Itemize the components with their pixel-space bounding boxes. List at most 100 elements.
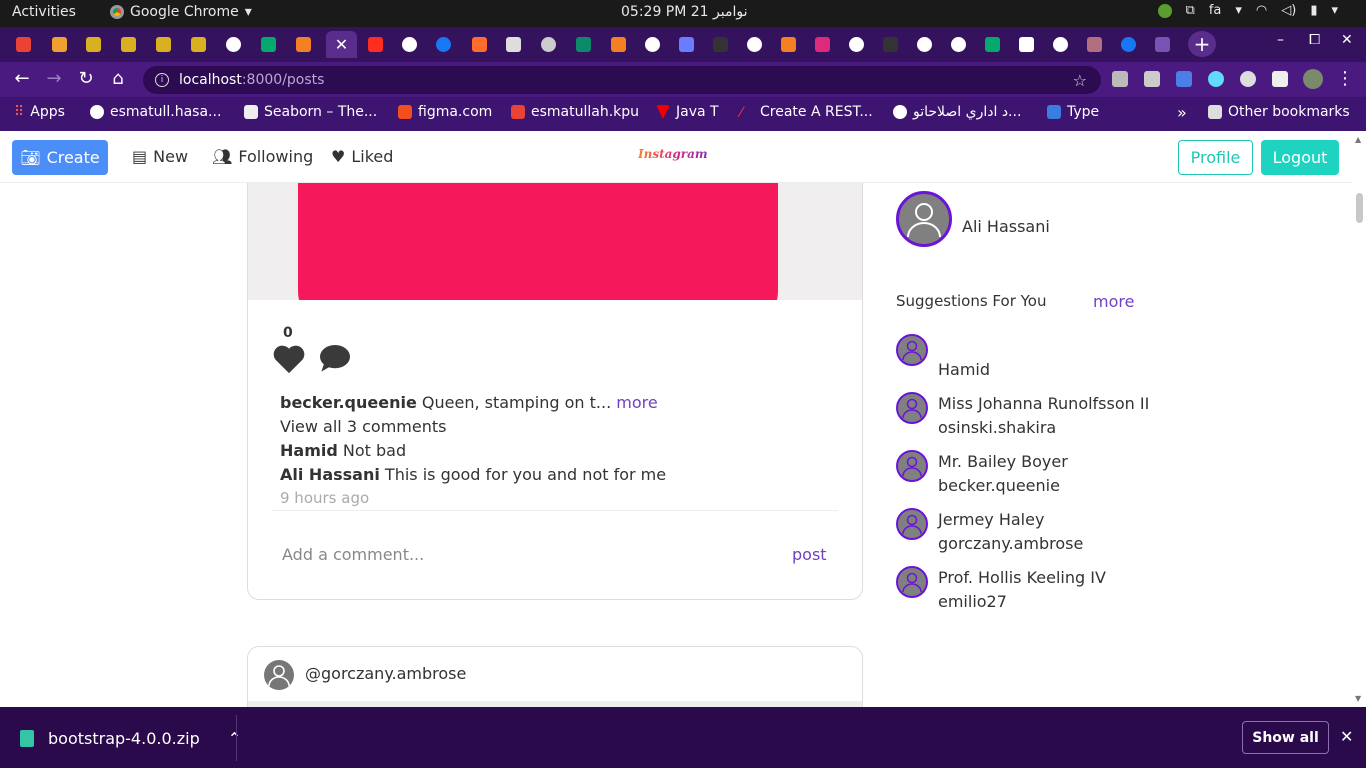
tab[interactable]: [807, 31, 838, 58]
heart-icon[interactable]: [272, 343, 306, 375]
bookmark-item[interactable]: esmatull.hasa...: [90, 104, 221, 120]
comment-icon[interactable]: [318, 343, 352, 373]
tab[interactable]: [1147, 31, 1178, 58]
bookmark-other[interactable]: Other bookmarks: [1208, 104, 1350, 120]
create-button[interactable]: 📷︎ Create: [12, 140, 108, 175]
vue-extension-icon[interactable]: [1144, 71, 1160, 87]
suggestion-avatar[interactable]: [896, 566, 928, 598]
tab[interactable]: [1045, 31, 1076, 58]
tab[interactable]: [568, 31, 599, 58]
minimize-icon[interactable]: –: [1277, 32, 1284, 48]
language-indicator[interactable]: fa: [1209, 3, 1222, 18]
suggestion-avatar[interactable]: [896, 450, 928, 482]
tab[interactable]: [394, 31, 425, 58]
tab[interactable]: [705, 31, 736, 58]
tab[interactable]: [78, 31, 109, 58]
bookmark-item[interactable]: Seaborn – The...: [244, 104, 377, 120]
nav-new[interactable]: ▤ New: [132, 147, 188, 166]
system-tray[interactable]: ⧉ fa ▾ ◠ ◁) ▮ ▾: [1157, 3, 1338, 18]
chrome-menu-icon[interactable]: ⋮: [1333, 68, 1357, 89]
suggestion-username[interactable]: emilio27: [938, 592, 1007, 611]
update-icon[interactable]: [1157, 3, 1172, 18]
suggestion-username[interactable]: becker.queenie: [938, 476, 1060, 495]
current-user-name[interactable]: Ali Hassani: [962, 217, 1050, 236]
suggestion-username[interactable]: Hamid: [938, 360, 990, 379]
wifi-icon[interactable]: ◠: [1256, 3, 1267, 18]
tab[interactable]: [1113, 31, 1144, 58]
suggestion-avatar[interactable]: [896, 508, 928, 540]
activities-button[interactable]: Activities: [12, 4, 76, 20]
app-menu[interactable]: Google Chrome ▾: [110, 4, 252, 20]
bookmark-item[interactable]: د اداري اصلاحاتو...: [893, 104, 1021, 120]
suggestion-avatar[interactable]: [896, 334, 928, 366]
maximize-icon[interactable]: ⧠: [1309, 32, 1320, 48]
react-extension-icon[interactable]: [1208, 71, 1224, 87]
forward-icon[interactable]: →: [42, 68, 66, 89]
comment-username[interactable]: Hamid: [280, 441, 338, 460]
tab[interactable]: [773, 31, 804, 58]
tab[interactable]: [875, 31, 906, 58]
tab[interactable]: [464, 31, 495, 58]
tab[interactable]: [841, 31, 872, 58]
volume-icon[interactable]: ◁): [1281, 3, 1296, 18]
tab[interactable]: [637, 31, 668, 58]
bookmark-item[interactable]: Type: [1047, 104, 1099, 120]
scroll-up-icon[interactable]: ▲: [1355, 135, 1361, 144]
tab[interactable]: [288, 31, 319, 58]
tab[interactable]: [739, 31, 770, 58]
tab[interactable]: [909, 31, 940, 58]
tab[interactable]: [603, 31, 634, 58]
tab[interactable]: [498, 31, 529, 58]
post-username[interactable]: @gorczany.ambrose: [305, 664, 466, 683]
tab-active[interactable]: ✕: [326, 31, 357, 58]
bookmark-item[interactable]: ⁄ Create A REST...: [740, 104, 873, 121]
profile-avatar[interactable]: [1303, 69, 1323, 89]
current-user-avatar[interactable]: [896, 191, 952, 247]
brand-logo[interactable]: Instagram: [638, 147, 708, 161]
close-shelf-icon[interactable]: ✕: [1340, 727, 1353, 746]
address-bar[interactable]: i localhost:8000/posts ☆: [143, 66, 1101, 94]
add-comment-input[interactable]: Add a comment...: [282, 545, 424, 564]
new-tab-button[interactable]: +: [1188, 31, 1216, 57]
close-window-icon[interactable]: ✕: [1341, 32, 1353, 48]
camera-extension-icon[interactable]: [1112, 71, 1128, 87]
tab[interactable]: [360, 31, 391, 58]
bookmark-star-icon[interactable]: ☆: [1073, 71, 1087, 90]
tab[interactable]: [253, 31, 284, 58]
chevron-up-icon[interactable]: ⌃: [228, 729, 241, 748]
profile-button[interactable]: Profile: [1178, 140, 1253, 175]
caption-username[interactable]: becker.queenie: [280, 393, 417, 412]
tab[interactable]: [977, 31, 1008, 58]
post-comment-button[interactable]: post: [792, 545, 827, 564]
show-all-button[interactable]: Show all: [1242, 721, 1329, 754]
tab[interactable]: [113, 31, 144, 58]
page-scrollbar[interactable]: ▲ ▼: [1352, 131, 1366, 707]
tab[interactable]: [943, 31, 974, 58]
more-bookmarks-icon[interactable]: »: [1177, 103, 1187, 122]
bookmark-apps[interactable]: ⠿ Apps: [14, 104, 65, 120]
window-switch-icon[interactable]: ⧉: [1186, 3, 1195, 18]
suggestion-username[interactable]: gorczany.ambrose: [938, 534, 1083, 553]
clock[interactable]: 05:29 PM 21 نوامبر: [621, 4, 748, 20]
extensions-puzzle-icon[interactable]: [1272, 71, 1288, 87]
tab[interactable]: [44, 31, 75, 58]
tab[interactable]: [218, 31, 249, 58]
user-avatar[interactable]: [264, 660, 294, 690]
suggestion-avatar[interactable]: [896, 392, 928, 424]
tab[interactable]: [148, 31, 179, 58]
record-extension-icon[interactable]: [1240, 71, 1256, 87]
reload-icon[interactable]: ↻: [74, 68, 98, 89]
tab[interactable]: [183, 31, 214, 58]
nav-liked[interactable]: ♥ Liked: [331, 147, 393, 166]
tab[interactable]: [1011, 31, 1042, 58]
translate-extension-icon[interactable]: [1176, 71, 1192, 87]
tab[interactable]: [1079, 31, 1110, 58]
tab[interactable]: [428, 31, 459, 58]
caption-more-link[interactable]: more: [611, 393, 657, 412]
suggestions-more-link[interactable]: more: [1093, 292, 1134, 311]
bookmark-item[interactable]: figma.com: [398, 104, 492, 120]
info-icon[interactable]: i: [155, 73, 169, 87]
home-icon[interactable]: ⌂: [106, 68, 130, 89]
battery-icon[interactable]: ▮: [1310, 3, 1317, 18]
bookmark-item[interactable]: Java T: [656, 104, 719, 120]
